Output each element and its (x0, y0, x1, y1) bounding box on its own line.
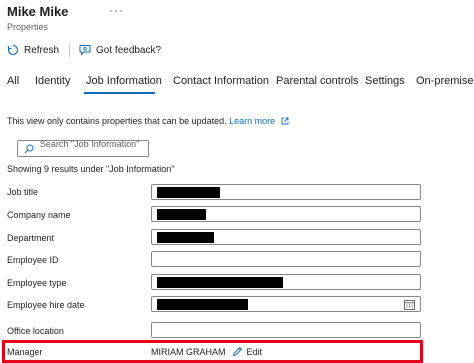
tab-parental-controls[interactable]: Parental controls (276, 75, 359, 87)
manager-label: Manager (7, 347, 43, 357)
learn-more-label: Learn more (229, 116, 276, 126)
tab-identity[interactable]: Identity (35, 75, 70, 87)
employee-type-field[interactable] (151, 274, 421, 290)
company-name-field[interactable] (151, 206, 421, 222)
results-count: Showing 9 results under "Job Information… (7, 164, 175, 174)
tab-all[interactable]: All (7, 75, 19, 87)
department-label: Department (7, 233, 55, 243)
edit-label: Edit (246, 346, 263, 357)
page-subtitle: Properties (7, 22, 49, 32)
tab-bar: All Identity Job Information Contact Inf… (0, 73, 474, 95)
feedback-icon (79, 44, 91, 56)
search-icon (24, 144, 34, 153)
department-field[interactable] (151, 229, 421, 245)
manager-name: MIRIAM GRAHAM (151, 346, 226, 357)
tab-job-information[interactable]: Job Information (86, 75, 162, 87)
edit-manager-button[interactable]: Edit (232, 346, 263, 357)
employee-type-label: Employee type (7, 278, 67, 288)
refresh-button[interactable]: Refresh (7, 44, 59, 56)
learn-more-link[interactable]: Learn more (229, 116, 289, 126)
manager-value-row: MIRIAM GRAHAM Edit (151, 346, 262, 357)
search-input[interactable]: Search "Job Information" ... (17, 138, 149, 159)
job-title-field[interactable] (151, 184, 421, 200)
employee-id-field[interactable] (151, 251, 421, 267)
tab-contact-information[interactable]: Contact Information (173, 75, 269, 87)
more-options-button[interactable]: ··· (109, 3, 124, 17)
employee-hire-date-label: Employee hire date (7, 300, 85, 310)
feedback-label: Got feedback? (96, 44, 162, 56)
info-text: This view only contains properties that … (7, 116, 289, 126)
redacted-value (157, 187, 220, 198)
calendar-icon[interactable] (404, 299, 415, 310)
job-title-label: Job title (7, 187, 39, 197)
pencil-icon (232, 346, 242, 357)
redacted-value (157, 277, 283, 288)
page-title: Mike Mike (7, 4, 69, 19)
tab-settings[interactable]: Settings (365, 75, 405, 87)
properties-page: Mike Mike ··· Properties Refresh Got fee… (0, 0, 474, 363)
company-name-label: Company name (7, 210, 71, 220)
office-location-label: Office location (7, 326, 64, 336)
toolbar: Refresh Got feedback? (7, 40, 161, 60)
redacted-value (157, 232, 214, 243)
info-message: This view only contains properties that … (7, 116, 227, 126)
office-location-field[interactable] (151, 322, 421, 338)
search-placeholder: Search "Job Information" ... (39, 138, 140, 159)
toolbar-divider (69, 43, 71, 57)
tab-on-premises[interactable]: On-premises (416, 75, 474, 87)
redacted-value (157, 209, 206, 220)
feedback-button[interactable]: Got feedback? (79, 44, 161, 56)
employee-id-label: Employee ID (7, 255, 59, 265)
refresh-icon (7, 44, 19, 56)
refresh-label: Refresh (24, 44, 60, 56)
active-tab-indicator (84, 92, 155, 94)
redacted-value (157, 299, 248, 310)
employee-hire-date-field[interactable] (151, 296, 421, 312)
external-link-icon (281, 117, 289, 125)
